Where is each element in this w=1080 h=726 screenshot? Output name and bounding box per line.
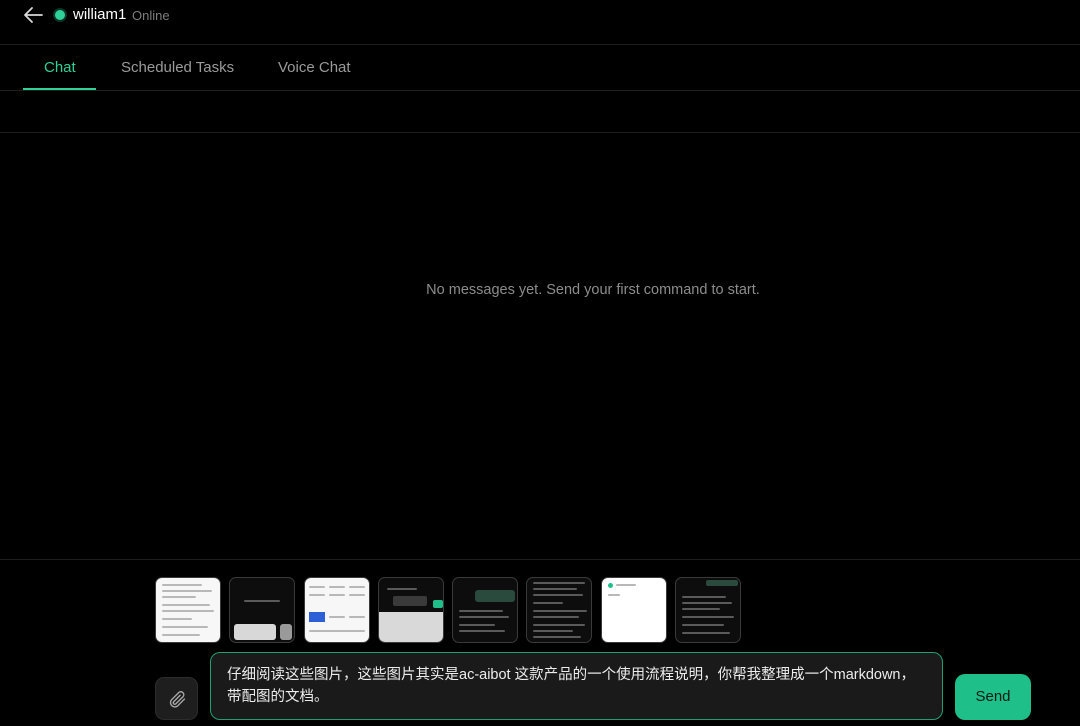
toolbar-band <box>0 91 1080 133</box>
attachment-thumbnail[interactable] <box>452 577 518 643</box>
tab-chat[interactable]: Chat <box>44 59 76 76</box>
tab-scheduled-tasks[interactable]: Scheduled Tasks <box>121 59 234 76</box>
tab-voice-chat[interactable]: Voice Chat <box>278 59 351 76</box>
message-input[interactable]: 仔细阅读这些图片，这些图片其实是ac-aibot 这款产品的一个使用流程说明，你… <box>210 652 943 720</box>
online-status-dot <box>55 10 65 20</box>
attachment-thumbnail[interactable] <box>526 577 592 643</box>
attachment-thumbnail[interactable] <box>304 577 370 643</box>
active-tab-indicator <box>23 88 96 90</box>
empty-messages-text: No messages yet. Send your first command… <box>426 282 760 298</box>
tab-bar: Chat Scheduled Tasks Voice Chat <box>0 45 1080 91</box>
attach-file-button[interactable] <box>155 677 198 720</box>
attachment-thumbnail[interactable] <box>675 577 741 643</box>
send-button[interactable]: Send <box>955 674 1031 720</box>
composer: 仔细阅读这些图片，这些图片其实是ac-aibot 这款产品的一个使用流程说明，你… <box>0 559 1080 726</box>
attachment-thumbnail[interactable] <box>155 577 221 643</box>
username: william1 <box>73 6 127 23</box>
attachment-thumbnail[interactable] <box>601 577 667 643</box>
paperclip-icon <box>169 691 186 708</box>
attachment-thumbnail[interactable] <box>229 577 295 643</box>
arrow-left-icon[interactable] <box>22 4 44 26</box>
chat-header: william1 Online <box>0 0 1080 45</box>
attachment-thumbnail[interactable] <box>378 577 444 643</box>
status-text: Online <box>132 8 170 23</box>
